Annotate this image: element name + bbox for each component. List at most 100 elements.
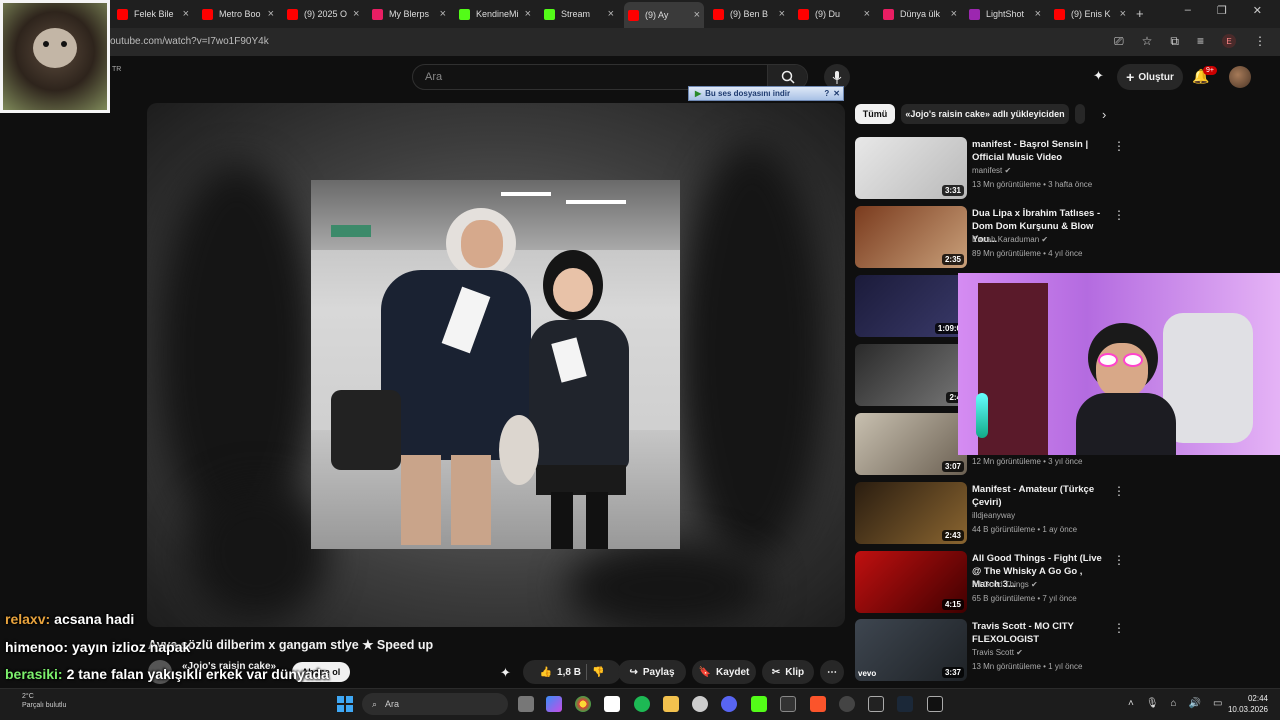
close-window-icon[interactable]: ✕ xyxy=(1253,4,1262,17)
browser-tab[interactable]: (9) Du × xyxy=(794,4,874,24)
volume-icon[interactable]: 🔊 xyxy=(1189,698,1201,709)
video-thumbnail[interactable]: 1:09:0 xyxy=(855,275,967,337)
tab-close-icon[interactable]: × xyxy=(1120,8,1126,20)
recommendation-title[interactable]: Manifest - Amateur (Türkçe Çeviri) xyxy=(972,483,1108,509)
video-thumbnail[interactable]: 4:15 xyxy=(855,551,967,613)
media-icon[interactable]: ≡ xyxy=(1197,34,1204,49)
taskbar-search[interactable]: ⌕ Ara xyxy=(362,693,508,715)
spotify-icon[interactable] xyxy=(634,696,650,712)
browser-tab[interactable]: My Blerps × xyxy=(368,4,450,24)
clip-button[interactable]: ✂ Klip xyxy=(762,660,814,684)
video-thumbnail[interactable]: 2:4 xyxy=(855,344,967,406)
settings-icon[interactable] xyxy=(692,696,708,712)
chevron-up-icon[interactable]: ˄ xyxy=(1128,698,1134,709)
network-icon[interactable]: ⌂ xyxy=(1171,698,1177,709)
clock[interactable]: 02:44 10.03.2026 xyxy=(1228,693,1268,715)
file-explorer-icon[interactable] xyxy=(663,696,679,712)
tab-close-icon[interactable]: × xyxy=(864,8,870,20)
video-thumbnail[interactable]: 3:07 xyxy=(855,413,967,475)
close-icon[interactable]: ✕ xyxy=(833,89,843,98)
discord-icon[interactable] xyxy=(721,696,737,712)
avatar[interactable] xyxy=(1229,66,1251,88)
brave-icon[interactable] xyxy=(810,696,826,712)
browser-tab[interactable]: (9) Ben B × xyxy=(709,4,789,24)
url-text[interactable]: outube.com/watch?v=I7wo1F90Y4k xyxy=(110,36,269,47)
browser-tab[interactable]: (9) Ay × xyxy=(624,2,704,28)
more-vertical-icon[interactable]: ⋮ xyxy=(1113,484,1125,498)
recommendation-channel[interactable]: Travis Scott ✔ xyxy=(972,648,1023,657)
recommendation-item[interactable]: 3:37 vevo Travis Scott - MO CITY FLEXOLOGI… xyxy=(855,619,1130,681)
recommendation-title[interactable]: manifest - Başrol Sensin | Official Musi… xyxy=(972,138,1108,164)
recommendation-channel[interactable]: Emrah Karaduman ✔ xyxy=(972,235,1048,244)
browser-tab[interactable]: (9) Enis K × xyxy=(1050,4,1130,24)
chevron-right-icon[interactable]: › xyxy=(1102,107,1106,122)
recommendation-item[interactable]: 4:15 All Good Things - Fight (Live @ The … xyxy=(855,551,1130,613)
notepad-icon[interactable] xyxy=(604,696,620,712)
video-thumbnail[interactable]: 2:43 xyxy=(855,482,967,544)
tab-close-icon[interactable]: × xyxy=(353,8,359,20)
download-tooltip[interactable]: ▶ Bu ses dosyasını indir ? ✕ xyxy=(688,86,844,101)
browser-tab[interactable]: KendineMi × xyxy=(455,4,535,24)
more-icon[interactable]: ⋮ xyxy=(1254,34,1266,49)
chip-from-uploader[interactable]: «Jojo's raisin cake» adlı yükleyiciden xyxy=(901,104,1069,124)
tab-close-icon[interactable]: × xyxy=(608,8,614,20)
puzzle-extension-icon[interactable]: ✦ xyxy=(1093,68,1104,84)
recommendation-item[interactable]: 2:43 Manifest - Amateur (Türkçe Çeviri) il… xyxy=(855,482,1130,544)
recommendation-title[interactable]: Travis Scott - MO CITY FLEXOLOGIST xyxy=(972,620,1108,646)
tab-close-icon[interactable]: × xyxy=(268,8,274,20)
terminal-icon[interactable] xyxy=(927,696,943,712)
more-actions-button[interactable]: ⋯ xyxy=(820,660,844,684)
tab-close-icon[interactable]: × xyxy=(183,8,189,20)
maximize-icon[interactable]: ❐ xyxy=(1217,4,1227,17)
weather-widget[interactable]: 2°C Parçalı bulutlu xyxy=(22,692,66,710)
recommendation-item[interactable]: 2:35 Dua Lipa x İbrahim Tatlıses - Dom Do… xyxy=(855,206,1130,268)
video-thumbnail[interactable]: 3:31 xyxy=(855,137,967,199)
more-vertical-icon[interactable]: ⋮ xyxy=(1113,139,1125,153)
windows-start-icon[interactable] xyxy=(337,696,353,712)
browser-tab[interactable]: LightShot × xyxy=(965,4,1045,24)
profile-icon[interactable]: E xyxy=(1222,34,1236,48)
ai-sparkle-icon[interactable]: ✦ xyxy=(500,665,511,681)
like-button[interactable]: 👍 1,8 B xyxy=(540,667,581,678)
tab-close-icon[interactable]: × xyxy=(694,9,700,21)
task-view-icon[interactable] xyxy=(518,696,534,712)
minimize-icon[interactable]: – xyxy=(1185,4,1191,17)
cast-icon[interactable]: ⎚ xyxy=(1114,34,1124,49)
save-button[interactable]: 🔖 Kaydet xyxy=(692,660,756,684)
video-thumbnail[interactable]: 2:35 xyxy=(855,206,967,268)
obs-icon[interactable] xyxy=(839,696,855,712)
battery-icon[interactable]: ▭ xyxy=(1213,698,1222,709)
browser-tab[interactable]: (9) 2025 O × xyxy=(283,4,363,24)
more-vertical-icon[interactable]: ⋮ xyxy=(1113,621,1125,635)
dislike-button[interactable]: 👎 xyxy=(592,667,604,678)
chrome-icon[interactable] xyxy=(575,696,591,712)
recommendation-channel[interactable]: illdjeanyway xyxy=(972,511,1015,520)
chip-partial[interactable] xyxy=(1075,104,1085,124)
recommendation-channel[interactable]: manifest ✔ xyxy=(972,166,1011,175)
video-thumbnail[interactable]: 3:37 vevo xyxy=(855,619,967,681)
extensions-icon[interactable]: ⧉ xyxy=(1170,34,1179,49)
tab-close-icon[interactable]: × xyxy=(525,8,531,20)
tab-close-icon[interactable]: × xyxy=(440,8,446,20)
recommendation-item[interactable]: 3:31 manifest - Başrol Sensin | Official … xyxy=(855,137,1130,199)
help-icon[interactable]: ? xyxy=(824,89,829,98)
chip-all[interactable]: Tümü xyxy=(855,104,895,124)
recommendation-channel[interactable]: All Good Things ✔ xyxy=(972,580,1038,589)
browser-tab[interactable]: Dünya ülk × xyxy=(879,4,961,24)
mic-tray-icon[interactable]: 🎙 xyxy=(1146,698,1159,709)
browser-tab[interactable]: Stream × xyxy=(540,4,618,24)
app-icon[interactable] xyxy=(868,696,884,712)
create-button[interactable]: + Oluştur xyxy=(1117,64,1183,90)
search-input[interactable]: Ara xyxy=(425,71,442,83)
tab-close-icon[interactable]: × xyxy=(1035,8,1041,20)
steam-icon[interactable] xyxy=(897,696,913,712)
tab-close-icon[interactable]: × xyxy=(951,8,957,20)
browser-tab[interactable]: Metro Boo × xyxy=(198,4,278,24)
more-vertical-icon[interactable]: ⋮ xyxy=(1113,208,1125,222)
copilot-icon[interactable] xyxy=(546,696,562,712)
streaming-app-icon[interactable] xyxy=(751,696,767,712)
bookmark-star-icon[interactable]: ☆ xyxy=(1142,34,1153,49)
new-tab-button[interactable]: + xyxy=(1136,6,1144,21)
share-button[interactable]: ↪ Paylaş xyxy=(618,660,686,684)
tab-close-icon[interactable]: × xyxy=(779,8,785,20)
